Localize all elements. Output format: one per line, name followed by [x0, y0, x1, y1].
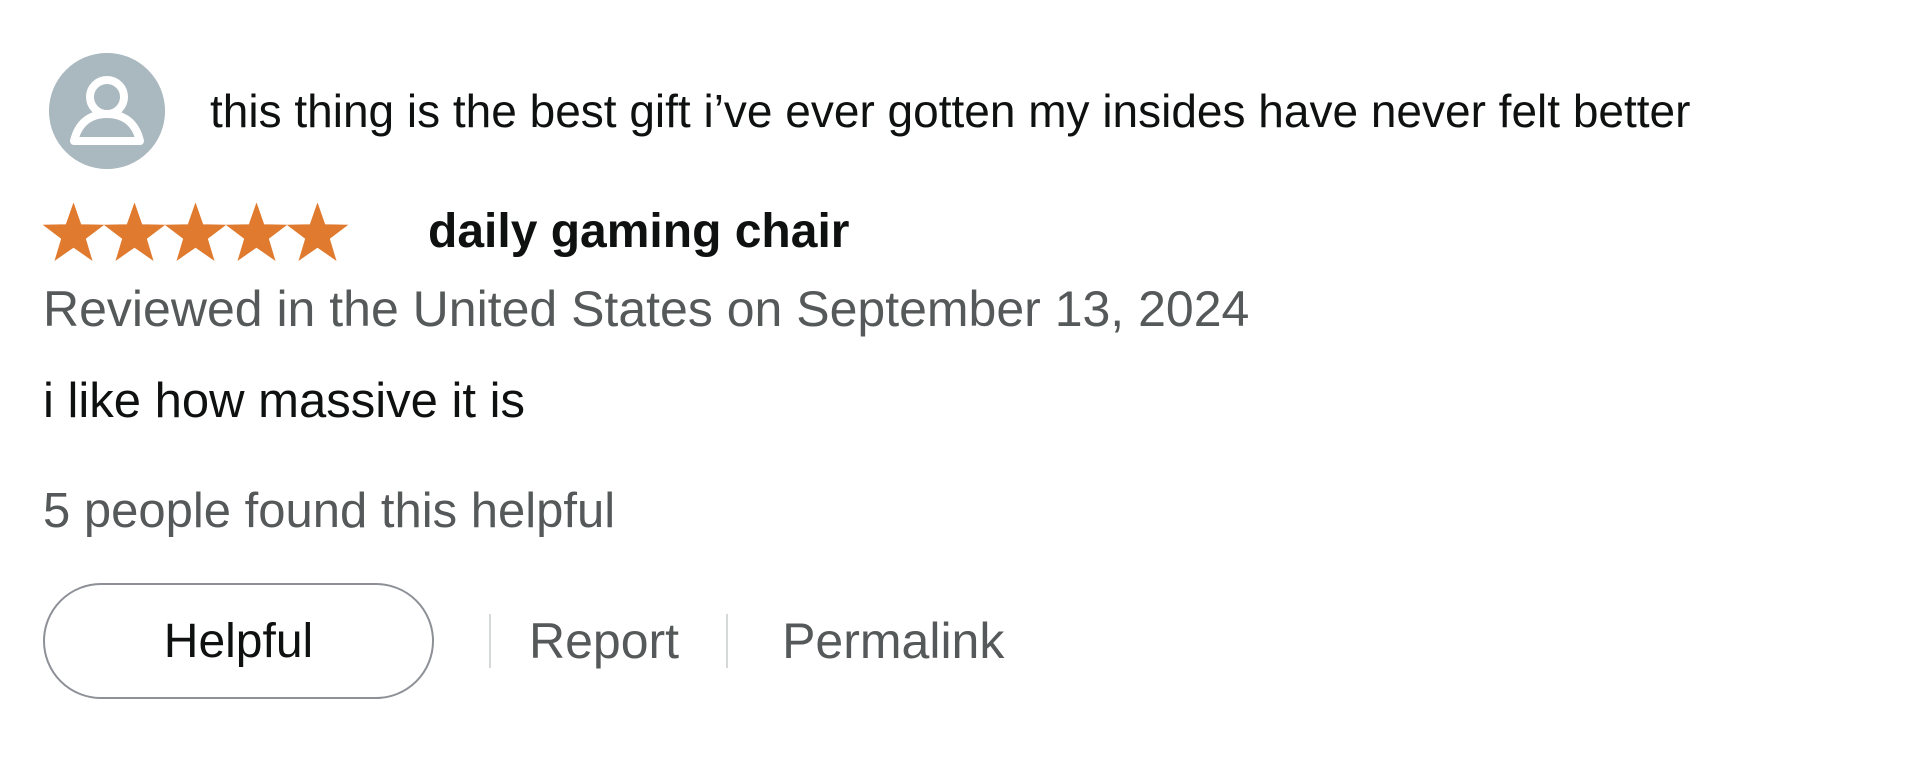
review-actions: Helpful Report Permalink	[43, 581, 1004, 701]
reviewer-profile[interactable]: this thing is the best gift i’ve ever go…	[49, 52, 1690, 170]
helpful-count: 5 people found this helpful	[43, 484, 616, 538]
default-profile-avatar-icon	[49, 53, 165, 169]
star-icon	[43, 203, 104, 261]
rating-and-title-row: daily gaming chair	[43, 200, 849, 264]
reviewer-name[interactable]: this thing is the best gift i’ve ever go…	[210, 88, 1690, 134]
review-date: Reviewed in the United States on Septemb…	[43, 281, 1250, 337]
star-icon	[165, 203, 226, 261]
customer-review: this thing is the best gift i’ve ever go…	[0, 0, 1924, 780]
review-body: i like how massive it is	[43, 374, 525, 428]
five-star-rating[interactable]	[43, 202, 349, 262]
helpful-button[interactable]: Helpful	[43, 583, 434, 699]
star-icon	[104, 203, 165, 261]
report-link[interactable]: Report	[529, 616, 679, 666]
star-icon	[287, 203, 348, 261]
action-divider	[726, 614, 729, 668]
star-icon	[226, 203, 287, 261]
review-title[interactable]: daily gaming chair	[428, 208, 849, 256]
permalink-link[interactable]: Permalink	[782, 616, 1004, 666]
action-divider	[489, 614, 491, 668]
